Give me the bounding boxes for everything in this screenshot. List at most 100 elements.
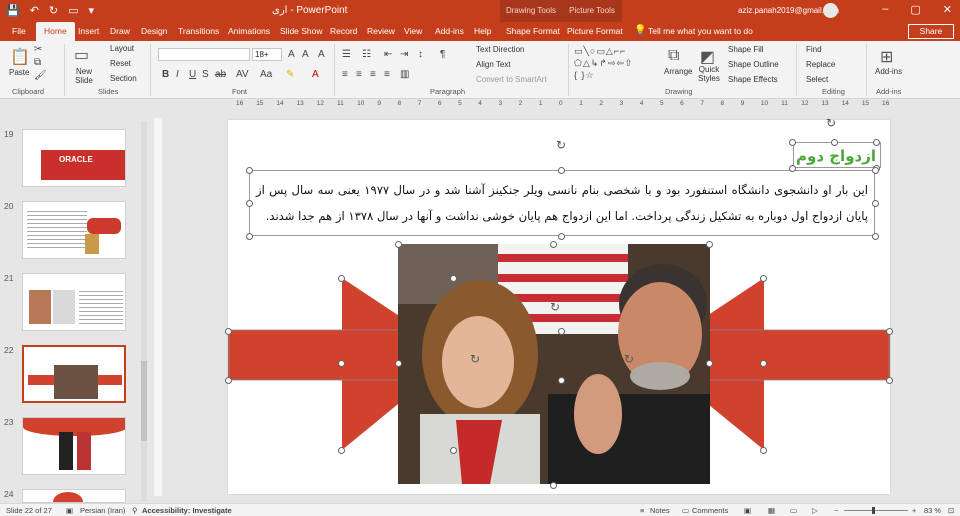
resize-handle[interactable] xyxy=(886,377,893,384)
find-button[interactable]: Find xyxy=(806,45,822,54)
tab-add-ins[interactable]: Add-ins xyxy=(435,22,464,41)
slideshow-icon[interactable]: ▷ xyxy=(812,506,818,515)
resize-handle[interactable] xyxy=(395,360,402,367)
tab-record[interactable]: Record xyxy=(330,22,357,41)
tab-animations[interactable]: Animations xyxy=(228,22,270,41)
resize-handle[interactable] xyxy=(550,241,557,248)
tab-help[interactable]: Help xyxy=(474,22,491,41)
shapes-gallery[interactable]: ▭╲○▭△⌐⌐ ⬠△↳↱⇨⇦⇧{ }☆ xyxy=(574,45,658,83)
resize-handle[interactable] xyxy=(225,328,232,335)
text-direction-button[interactable]: Text Direction xyxy=(476,45,524,54)
tab-shape-format[interactable]: Shape Format xyxy=(506,22,560,41)
resize-handle[interactable] xyxy=(886,328,893,335)
resize-handle[interactable] xyxy=(338,360,345,367)
font-color-icon[interactable]: A xyxy=(312,69,319,81)
bullets-icon[interactable]: ☰ xyxy=(342,49,351,61)
rotate-handle-icon[interactable]: ↻ xyxy=(624,352,634,366)
align-left-icon[interactable]: ≡ xyxy=(342,69,348,81)
resize-handle[interactable] xyxy=(558,377,565,384)
shadow-icon[interactable]: S xyxy=(202,69,209,81)
accessibility-icon[interactable]: ⚲ xyxy=(132,506,138,515)
resize-handle[interactable] xyxy=(706,241,713,248)
resize-handle[interactable] xyxy=(558,233,565,240)
align-text-button[interactable]: Align Text xyxy=(476,60,511,69)
share-button[interactable]: Share xyxy=(908,24,954,39)
present-icon[interactable]: ▭ xyxy=(68,4,78,18)
tab-file[interactable]: File xyxy=(12,22,26,41)
zoom-out-icon[interactable]: − xyxy=(834,506,838,515)
slide-thumbnail-20[interactable] xyxy=(22,201,126,259)
resize-handle[interactable] xyxy=(338,447,345,454)
arrange-icon[interactable]: ⧉ xyxy=(668,47,679,65)
tab-review[interactable]: Review xyxy=(367,22,395,41)
redo-icon[interactable]: ↻ xyxy=(49,4,58,18)
align-right-icon[interactable]: ≡ xyxy=(370,69,376,81)
paste-label[interactable]: Paste xyxy=(9,68,29,77)
highlight-icon[interactable]: ✎ xyxy=(286,69,294,81)
notes-icon[interactable]: ≡ xyxy=(640,506,644,515)
tab-picture-format[interactable]: Picture Format xyxy=(567,22,623,41)
slide-thumbnail-19[interactable]: ORACLE xyxy=(22,129,126,187)
slide-thumbnail-24[interactable] xyxy=(22,489,126,503)
resize-handle[interactable] xyxy=(246,200,253,207)
cut-icon[interactable]: ✂ xyxy=(34,44,42,56)
slide-thumbnail-23[interactable] xyxy=(22,417,126,475)
new-slide-icon[interactable]: ▭ xyxy=(74,45,89,65)
comments-button[interactable]: Comments xyxy=(692,506,728,515)
tab-view[interactable]: View xyxy=(404,22,422,41)
title-placeholder[interactable]: ازدواج دوم xyxy=(793,142,881,168)
resize-handle[interactable] xyxy=(760,275,767,282)
new-slide-label[interactable]: New Slide xyxy=(72,67,96,85)
rtl-icon[interactable]: ¶ xyxy=(440,49,445,61)
slide-canvas[interactable]: ازدواج دوم این بار او دانشجوی دانشگاه اس… xyxy=(225,116,893,494)
quick-styles-icon[interactable]: ◩ xyxy=(700,47,715,67)
tab-insert[interactable]: Insert xyxy=(78,22,99,41)
resize-handle[interactable] xyxy=(706,360,713,367)
avatar[interactable] xyxy=(823,3,838,18)
customize-qat-icon[interactable]: ▾ xyxy=(89,4,95,18)
zoom-level[interactable]: 83 % xyxy=(924,506,941,515)
tab-home[interactable]: Home xyxy=(36,22,75,41)
slide-thumbnail-21[interactable] xyxy=(22,273,126,331)
bold-icon[interactable]: B xyxy=(162,69,169,81)
replace-button[interactable]: Replace xyxy=(806,60,835,69)
layout-button[interactable]: Layout xyxy=(110,44,134,53)
reading-view-icon[interactable]: ▭ xyxy=(790,506,797,515)
resize-handle[interactable] xyxy=(760,447,767,454)
tab-draw[interactable]: Draw xyxy=(110,22,130,41)
italic-icon[interactable]: I xyxy=(176,69,179,81)
resize-handle[interactable] xyxy=(550,482,557,489)
maximize-button[interactable]: ▢ xyxy=(910,3,920,16)
rotate-handle-icon[interactable]: ↻ xyxy=(550,300,560,314)
underline-icon[interactable]: U xyxy=(189,69,196,81)
zoom-in-icon[interactable]: + xyxy=(912,506,916,515)
tab-transitions[interactable]: Transitions xyxy=(178,22,219,41)
resize-handle[interactable] xyxy=(872,200,879,207)
numbering-icon[interactable]: ☷ xyxy=(362,49,371,61)
change-case-icon[interactable]: Aa xyxy=(260,69,272,81)
resize-handle[interactable] xyxy=(831,139,838,146)
decrease-indent-icon[interactable]: ⇤ xyxy=(384,49,392,61)
copy-icon[interactable]: ⧉ xyxy=(34,57,41,69)
close-button[interactable]: ✕ xyxy=(943,3,952,16)
arrange-button[interactable]: Arrange xyxy=(664,67,692,76)
grow-font-icon[interactable]: A xyxy=(288,49,295,61)
increase-indent-icon[interactable]: ⇥ xyxy=(400,49,408,61)
tell-me-search[interactable]: Tell me what you want to do xyxy=(648,22,753,41)
resize-handle[interactable] xyxy=(872,233,879,240)
shape-outline-button[interactable]: Shape Outline xyxy=(728,60,779,69)
reset-button[interactable]: Reset xyxy=(110,59,131,68)
tab-design[interactable]: Design xyxy=(141,22,167,41)
section-button[interactable]: Section xyxy=(110,74,137,83)
columns-icon[interactable]: ▥ xyxy=(400,69,409,81)
resize-handle[interactable] xyxy=(558,167,565,174)
accessibility-status[interactable]: Accessibility: Investigate xyxy=(142,506,232,515)
format-painter-icon[interactable]: 🖌 xyxy=(34,70,47,82)
align-center-icon[interactable]: ≡ xyxy=(356,69,362,81)
shrink-font-icon[interactable]: A xyxy=(302,49,309,61)
undo-icon[interactable]: ↶ xyxy=(30,4,39,18)
resize-handle[interactable] xyxy=(338,275,345,282)
quick-styles-button[interactable]: Quick Styles xyxy=(696,65,722,83)
line-spacing-icon[interactable]: ↕ xyxy=(418,49,423,61)
normal-view-icon[interactable]: ▣ xyxy=(744,506,751,515)
